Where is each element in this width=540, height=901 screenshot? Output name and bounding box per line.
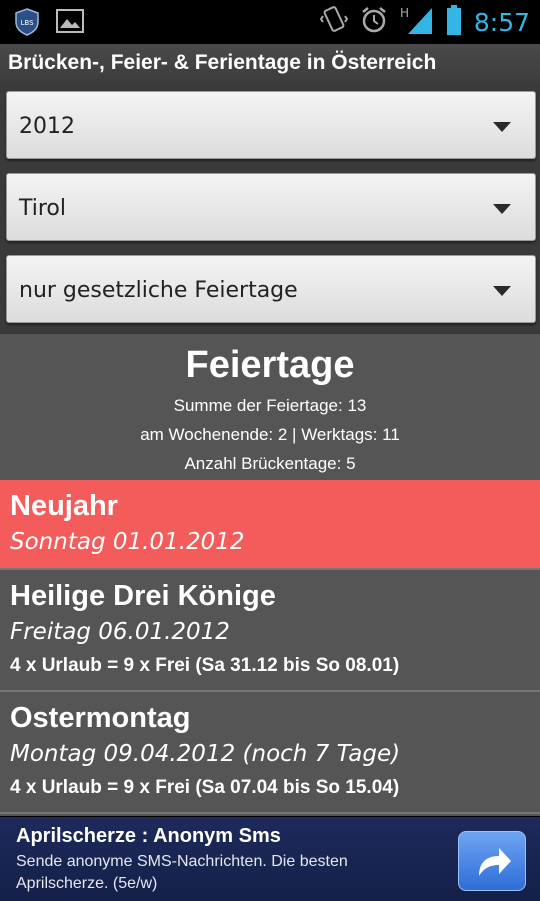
status-bar: LBS H 8:57 <box>0 0 540 44</box>
ad-text: Sende anonyme SMS-Nachrichten. Die beste… <box>16 853 348 892</box>
region-value: Tirol <box>19 196 67 221</box>
holiday-list: Neujahr Sonntag 01.01.2012 Heilige Drei … <box>0 480 540 816</box>
summary-bridge-days: Anzahl Brückentage: 5 <box>184 454 356 473</box>
svg-text:LBS: LBS <box>20 19 34 27</box>
holiday-name: Ostermontag <box>10 702 191 734</box>
list-item[interactable]: Neujahr Sonntag 01.01.2012 <box>0 480 540 570</box>
holiday-date: Montag 09.04.2012 (noch 7 Tage) <box>10 741 401 767</box>
holiday-name: Heilige Drei Könige <box>10 580 276 612</box>
clock: 8:57 <box>473 7 530 37</box>
gallery-icon <box>56 8 84 40</box>
dropdown-arrow-icon <box>493 122 511 132</box>
type-value: nur gesetzliche Feiertage <box>19 278 298 303</box>
summary-weekend-weekday: am Wochenende: 2 | Werktags: 11 <box>140 425 400 444</box>
share-arrow-icon <box>459 848 525 894</box>
summary-title: Feiertage <box>185 344 355 386</box>
holiday-bridge-info: 4 x Urlaub = 9 x Frei (Sa 31.12 bis So 0… <box>10 655 400 676</box>
type-spinner[interactable]: nur gesetzliche Feiertage <box>6 255 536 323</box>
ad-open-button[interactable] <box>458 831 526 891</box>
svg-text:H: H <box>400 6 409 20</box>
app-title: Brücken-, Feier- & Ferientage in Österre… <box>8 51 437 74</box>
region-spinner[interactable]: Tirol <box>6 173 536 241</box>
filter-section: 2012 Tirol nur gesetzliche Feiertage <box>0 86 540 334</box>
alarm-icon <box>360 5 388 39</box>
vibrate-icon <box>319 4 349 40</box>
battery-icon <box>446 4 462 40</box>
dropdown-arrow-icon <box>493 286 511 296</box>
dropdown-arrow-icon <box>493 204 511 214</box>
holiday-date: Freitag 06.01.2012 <box>10 619 230 645</box>
signal-icon: H <box>400 4 434 40</box>
holiday-date: Sonntag 01.01.2012 <box>10 529 245 555</box>
year-spinner[interactable]: 2012 <box>6 91 536 159</box>
ad-title: Aprilscherze : Anonym Sms <box>16 825 281 847</box>
list-item[interactable]: Heilige Drei Könige Freitag 06.01.2012 4… <box>0 570 540 692</box>
holiday-summary: Feiertage Summe der Feiertage: 13 am Woc… <box>0 334 540 480</box>
holiday-bridge-info: 4 x Urlaub = 9 x Frei (Sa 07.04 bis So 1… <box>10 777 400 798</box>
holiday-name: Neujahr <box>10 490 118 522</box>
lbs-app-icon: LBS <box>14 8 40 40</box>
ad-banner[interactable]: Aprilscherze : Anonym Sms Sende anonyme … <box>0 816 540 901</box>
summary-total: Summe der Feiertage: 13 <box>173 396 367 415</box>
year-value: 2012 <box>19 114 75 139</box>
app-title-bar: Brücken-, Feier- & Ferientage in Österre… <box>0 44 540 88</box>
list-item[interactable]: Ostermontag Montag 09.04.2012 (noch 7 Ta… <box>0 692 540 814</box>
